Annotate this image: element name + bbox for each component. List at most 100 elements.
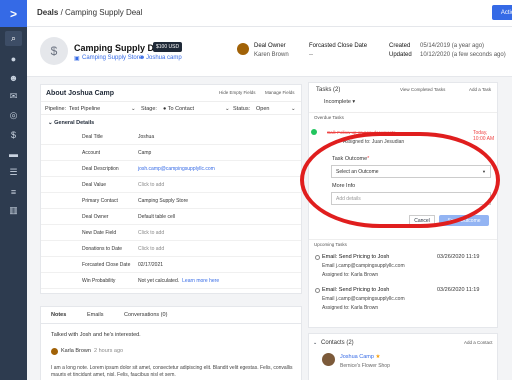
field-label: Win Probability xyxy=(82,278,116,284)
conversations-icon[interactable]: ▬ xyxy=(8,148,19,159)
divider xyxy=(41,224,301,225)
save-outcome-button[interactable]: Save Outcome xyxy=(439,215,489,226)
owner-value[interactable]: Karen Brown xyxy=(254,52,289,58)
task-filter-select[interactable]: Incomplete ▾ xyxy=(324,99,355,105)
manage-fields-link[interactable]: Manage Fields xyxy=(265,90,295,95)
hide-empty-fields-link[interactable]: Hide Empty Fields xyxy=(219,90,256,95)
field-value[interactable]: Default table cell xyxy=(138,214,175,220)
person-link[interactable]: Joshua camp xyxy=(146,55,182,61)
checkbox-icon[interactable] xyxy=(315,288,320,293)
field-label: Account xyxy=(82,150,101,156)
deal-header: $ Camping Supply Deal $100 USD ▣ Camping… xyxy=(27,27,512,77)
deals-icon[interactable]: $ xyxy=(8,129,19,140)
learn-more-link[interactable]: Learn more here xyxy=(182,278,219,284)
task-name[interactable]: Email: Send Pricing to Josh xyxy=(322,287,389,293)
field-value[interactable]: josh.camp@campingsupplyllc.com xyxy=(138,166,215,172)
dollar-icon: $ xyxy=(40,37,68,65)
field-label: Deal Description xyxy=(82,166,119,172)
breadcrumb-root[interactable]: Deals xyxy=(37,8,58,17)
field-value[interactable]: Joshua xyxy=(138,134,154,140)
task-name[interactable]: Email: Send Pricing to Josh xyxy=(322,254,389,260)
task-outcome-placeholder: Select an Outcome xyxy=(336,169,379,175)
field-value[interactable]: Camping Supply Store xyxy=(138,198,188,204)
note-time: 2 hours ago xyxy=(94,348,124,354)
task-email: Email j.camp@campingsupplyllc.com xyxy=(322,263,405,269)
store-link[interactable]: Camping Supply Store xyxy=(82,55,142,61)
close-date-value[interactable]: -- xyxy=(309,52,313,58)
field-value[interactable]: Camp xyxy=(138,150,151,156)
pipeline-filter-row: Pipeline: Test Pipeline ⌄ Stage: ● To Co… xyxy=(41,101,301,115)
stage-label: Stage: xyxy=(141,106,157,112)
caret-down-icon: ▼ xyxy=(482,169,486,174)
deal-value-badge: $100 USD xyxy=(153,42,183,52)
view-completed-tasks-link[interactable]: View Completed Tasks xyxy=(400,87,445,92)
field-label: Deal Title xyxy=(82,134,103,140)
contacts-icon[interactable]: ☻ xyxy=(8,72,19,83)
chevron-down-icon[interactable]: ⌄ xyxy=(291,106,296,112)
field-value[interactable]: Not yet calculated. Learn more here xyxy=(138,278,219,284)
status-select[interactable]: Open xyxy=(256,106,269,112)
field-value[interactable]: Click to add xyxy=(138,246,164,252)
field-value[interactable]: Click to add xyxy=(138,182,164,188)
divider xyxy=(41,176,301,177)
task-assignee: Assigned to: Karla Brown xyxy=(322,272,379,278)
note-text: Talked with Josh and he's interested. xyxy=(51,332,141,338)
add-contact-link[interactable]: Add a Contact xyxy=(464,340,493,345)
divider xyxy=(41,208,301,209)
note-author-name: Karla Brown xyxy=(61,348,91,354)
chevron-down-icon[interactable]: ⌄ xyxy=(225,106,230,112)
field-value-text: Joshua xyxy=(138,134,155,140)
star-icon[interactable]: ★ xyxy=(375,354,380,360)
divider xyxy=(41,192,301,193)
field-label: Primary Contact xyxy=(82,198,118,204)
field-value-text: Camp xyxy=(138,150,152,156)
mail-icon[interactable]: ✉ xyxy=(8,91,19,102)
person-icon: ☻ xyxy=(139,55,146,61)
updated-label: Updated xyxy=(389,52,412,58)
automations-icon[interactable]: ◎ xyxy=(8,110,19,121)
check-icon[interactable] xyxy=(311,129,317,135)
location-icon[interactable]: ● xyxy=(8,53,19,64)
section-title: General Details xyxy=(54,120,95,126)
contact-name[interactable]: Joshua Camp ★ xyxy=(340,354,380,360)
breadcrumb: Deals / Camping Supply Deal xyxy=(37,8,142,17)
search-icon[interactable]: ⌕ xyxy=(5,31,22,46)
pipeline-select[interactable]: Test Pipeline xyxy=(69,106,100,112)
tasks-title: Tasks (2) xyxy=(316,87,341,93)
tab-conversations[interactable]: Conversations (0) xyxy=(124,312,167,318)
lists-icon[interactable]: ≡ xyxy=(8,186,19,197)
contact-name-text: Joshua Camp xyxy=(340,354,374,360)
note-author: Karla Brown 2 hours ago xyxy=(61,348,123,354)
notes-tabs: Notes Emails Conversations (0) xyxy=(41,307,301,324)
actions-button[interactable]: Actions ▾ xyxy=(492,5,512,20)
divider xyxy=(41,272,301,273)
field-value[interactable]: 02/17/2021 xyxy=(138,262,163,268)
about-title: About Joshua Camp xyxy=(46,90,115,97)
field-value-text: Not yet calculated. xyxy=(138,278,180,284)
tab-emails[interactable]: Emails xyxy=(87,312,104,318)
logo[interactable]: > xyxy=(0,0,27,27)
chevron-down-icon[interactable]: ⌄ xyxy=(313,340,317,346)
field-label: Donations to Date xyxy=(82,246,123,252)
general-details-header[interactable]: ⌄ General Details xyxy=(41,118,301,128)
stage-select[interactable]: ● To Contact xyxy=(163,106,194,112)
checkbox-icon[interactable] xyxy=(315,255,320,260)
breadcrumb-current: Camping Supply Deal xyxy=(65,8,143,17)
task-outcome-select[interactable]: Select an Outcome ▼ xyxy=(331,165,491,178)
task-date: 03/26/2020 11:19 xyxy=(437,254,480,260)
task-email: Email j.camp@campingsupplyllc.com xyxy=(322,296,405,302)
field-value-text: Click to add xyxy=(138,182,165,188)
tasks-icon[interactable]: ☰ xyxy=(8,167,19,178)
store-icon: ▣ xyxy=(74,56,80,62)
contact-company: Bernice's Flower Shop xyxy=(340,363,390,369)
tab-notes[interactable]: Notes xyxy=(51,312,66,318)
overdue-task-name[interactable]: Call: Follow up on new documents xyxy=(327,130,396,135)
chevron-down-icon[interactable]: ⌄ xyxy=(131,106,136,112)
cancel-button[interactable]: Cancel xyxy=(409,215,435,226)
add-task-link[interactable]: Add a Task xyxy=(469,87,491,92)
upcoming-label: Upcoming Tasks xyxy=(309,239,497,249)
reports-icon[interactable]: ▥ xyxy=(8,205,19,216)
more-info-input[interactable]: Add details xyxy=(331,192,491,205)
contacts-panel: ⌄ Contacts (2) Add a Contact Joshua Camp… xyxy=(308,333,498,380)
field-value[interactable]: Click to add xyxy=(138,230,164,236)
